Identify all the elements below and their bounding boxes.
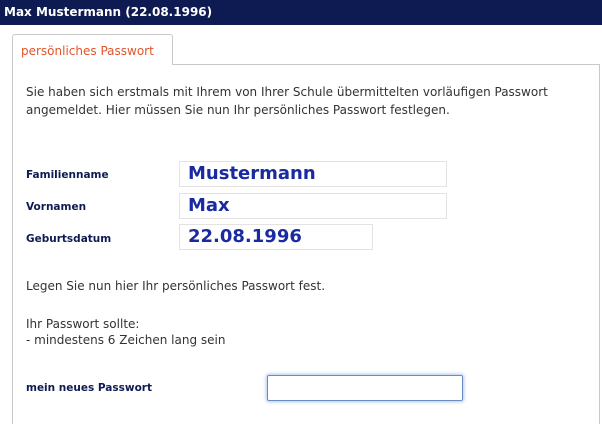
header-title: Max Mustermann (22.08.1996) bbox=[0, 0, 602, 25]
geburtsdatum-field: 22.08.1996 bbox=[179, 224, 373, 250]
requirement-item: - mindestens 6 Zeichen lang sein bbox=[26, 333, 226, 347]
set-password-instruction: Legen Sie nun hier Ihr persönliches Pass… bbox=[26, 279, 326, 293]
new-password-input[interactable] bbox=[267, 375, 463, 401]
geburtsdatum-label: Geburtsdatum bbox=[26, 233, 112, 245]
vornamen-field: Max bbox=[179, 193, 447, 219]
tab-persoenliches-passwort[interactable]: persönliches Passwort bbox=[12, 34, 173, 65]
familienname-label: Familienname bbox=[26, 169, 109, 181]
new-password-label: mein neues Passwort bbox=[26, 382, 152, 394]
vornamen-label: Vornamen bbox=[26, 201, 87, 213]
requirements-heading: Ihr Passwort sollte: bbox=[26, 317, 140, 331]
intro-text: Sie haben sich erstmals mit Ihrem von Ih… bbox=[26, 85, 548, 117]
familienname-field: Mustermann bbox=[179, 161, 447, 187]
